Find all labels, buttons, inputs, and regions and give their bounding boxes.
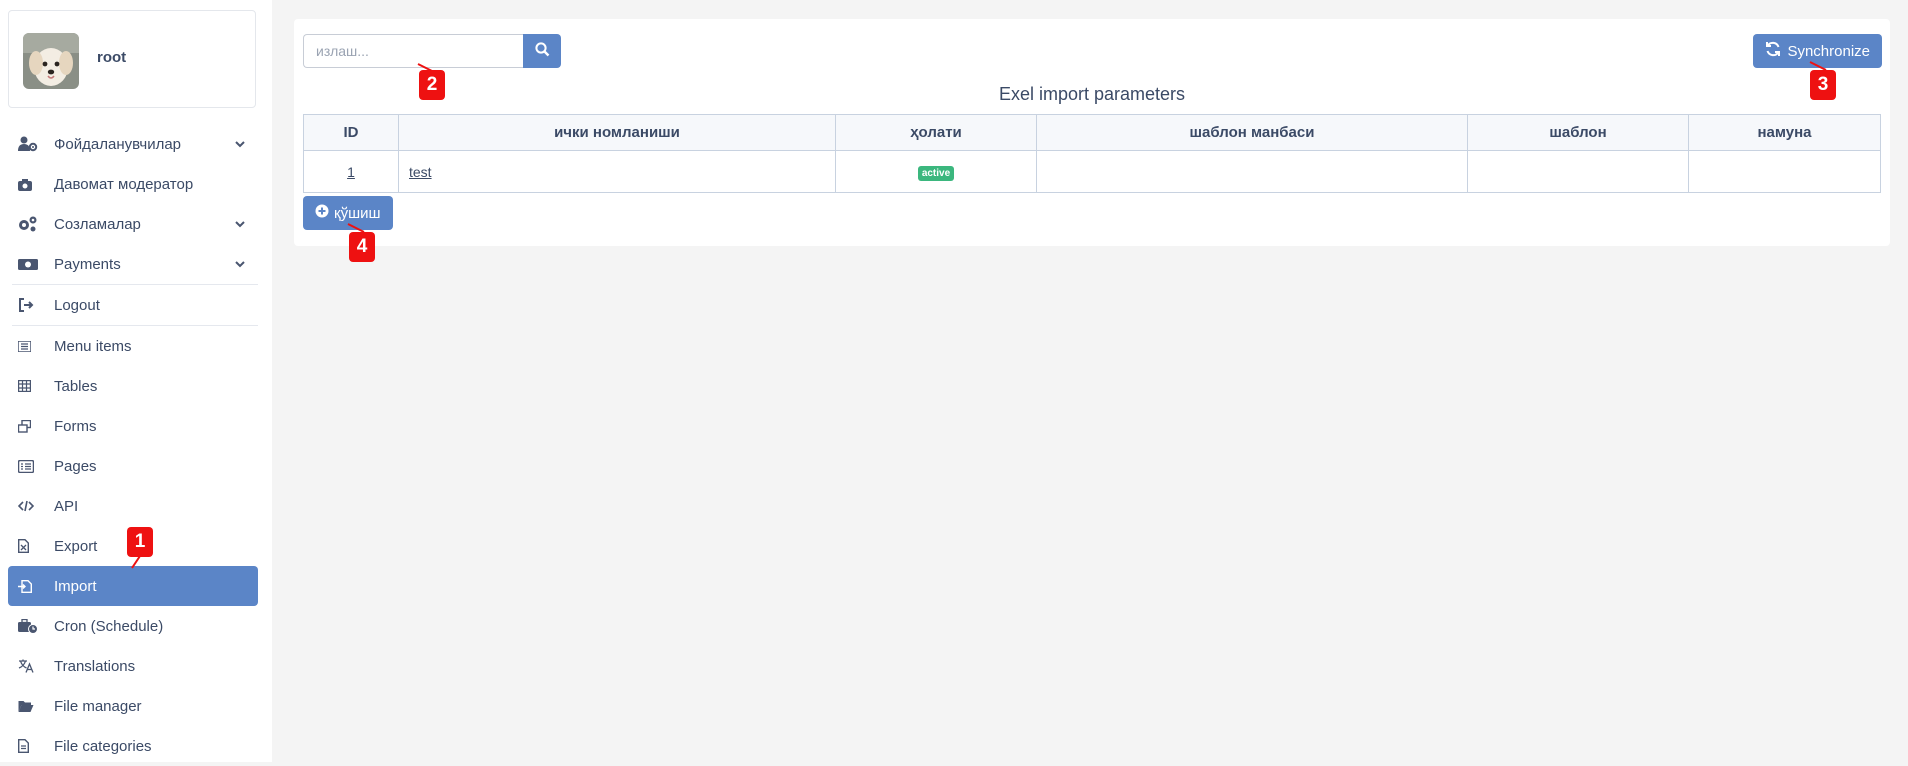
annotation-marker: 3 [1810, 70, 1836, 100]
table-header-row: ID ички номланиши ҳолати шаблон манбаси … [303, 114, 1881, 151]
sidebar-item-label: Import [54, 577, 97, 595]
table-icon [18, 380, 42, 392]
cell-sample [1688, 150, 1881, 193]
list-icon [18, 340, 42, 352]
sidebar-item-file-manager[interactable]: File manager [8, 686, 258, 726]
sidebar-item-settings[interactable]: Созламалар [8, 204, 258, 244]
marker-pointer [131, 556, 141, 569]
language-icon [18, 659, 42, 673]
sidebar-menu: Фойдаланувчилар Давомат модератор Созлам… [8, 124, 258, 766]
sidebar-item-label: Payments [54, 255, 121, 273]
sync-icon [1765, 41, 1781, 61]
file-import-icon [18, 579, 42, 593]
table-row: 1 test active [303, 150, 1881, 193]
sidebar: root Фойдаланувчилар Давомат модератор С… [0, 0, 272, 762]
import-parameters-table: ID ички номланиши ҳолати шаблон манбаси … [303, 114, 1881, 193]
sidebar-item-label: File categories [54, 737, 152, 755]
sidebar-item-label: Logout [54, 296, 100, 314]
sidebar-item-label: Export [54, 537, 98, 555]
cell-id: 1 [303, 150, 399, 193]
column-header-template[interactable]: шаблон [1467, 114, 1689, 151]
row-name-link[interactable]: test [409, 164, 432, 180]
add-label: қўшиш [334, 204, 381, 222]
business-time-icon [18, 618, 42, 634]
camera-icon [18, 178, 42, 191]
plus-circle-icon [315, 204, 329, 222]
status-badge: active [917, 165, 955, 181]
sidebar-item-cron-schedule[interactable]: Cron (Schedule) [8, 606, 258, 646]
sidebar-item-label: Созламалар [54, 215, 141, 233]
cell-template-source [1036, 150, 1468, 193]
chevron-down-icon [234, 217, 246, 234]
sidebar-item-label: Давомат модератор [54, 175, 194, 193]
column-header-internal-name[interactable]: ички номланиши [398, 114, 836, 151]
list-alt-icon [18, 459, 42, 473]
sidebar-item-attendance-moderator[interactable]: Давомат модератор [8, 164, 258, 204]
sidebar-item-payments[interactable]: Payments [8, 244, 258, 284]
file-excel-icon [18, 539, 42, 553]
column-header-id[interactable]: ID [303, 114, 399, 151]
user-name: root [97, 49, 127, 66]
annotation-marker: 2 [419, 70, 445, 100]
column-header-status[interactable]: ҳолати [835, 114, 1037, 151]
gears-icon [18, 216, 42, 232]
sidebar-item-pages[interactable]: Pages [8, 446, 258, 486]
windows-icon [18, 419, 42, 433]
column-header-sample[interactable]: намуна [1688, 114, 1881, 151]
content-panel: Synchronize Exel import parameters ID ич… [294, 19, 1890, 246]
row-id-link[interactable]: 1 [347, 164, 355, 180]
synchronize-label: Synchronize [1787, 42, 1870, 60]
avatar[interactable] [23, 33, 79, 89]
search-icon [534, 42, 550, 60]
users-cog-icon [18, 136, 42, 152]
sidebar-item-label: Forms [54, 417, 97, 435]
code-icon [18, 500, 42, 512]
money-icon [18, 257, 42, 271]
sidebar-item-logout[interactable]: Logout [8, 285, 258, 325]
sign-out-icon [18, 298, 42, 312]
user-card: root [8, 10, 256, 108]
sidebar-item-import[interactable]: Import [8, 566, 258, 606]
sidebar-item-translations[interactable]: Translations [8, 646, 258, 686]
sidebar-item-label: File manager [54, 697, 142, 715]
cell-name: test [398, 150, 836, 193]
search-button[interactable] [523, 34, 561, 68]
cell-template [1467, 150, 1689, 193]
file-alt-icon [18, 739, 42, 753]
sidebar-item-label: API [54, 497, 79, 515]
sidebar-item-forms[interactable]: Forms [8, 406, 258, 446]
column-header-template-source[interactable]: шаблон манбаси [1036, 114, 1468, 151]
sidebar-item-api[interactable]: API [8, 486, 258, 526]
search-input[interactable] [303, 34, 523, 68]
annotation-marker: 1 [127, 527, 153, 557]
cell-status: active [835, 150, 1037, 193]
folder-open-icon [18, 700, 42, 713]
sidebar-item-label: Tables [54, 377, 98, 395]
sidebar-item-label: Cron (Schedule) [54, 617, 164, 635]
chevron-down-icon [234, 137, 246, 154]
sidebar-item-label: Pages [54, 457, 97, 475]
sidebar-item-label: Фойдаланувчилар [54, 135, 182, 153]
sidebar-item-users[interactable]: Фойдаланувчилар [8, 124, 258, 164]
sidebar-item-label: Menu items [54, 337, 132, 355]
sidebar-item-file-categories[interactable]: File categories [8, 726, 258, 766]
sidebar-item-tables[interactable]: Tables [8, 366, 258, 406]
table-title: Exel import parameters [998, 84, 1186, 104]
annotation-marker: 4 [349, 232, 375, 262]
sidebar-item-label: Translations [54, 657, 136, 675]
sidebar-item-menu-items[interactable]: Menu items [8, 326, 258, 366]
chevron-down-icon [234, 257, 246, 274]
